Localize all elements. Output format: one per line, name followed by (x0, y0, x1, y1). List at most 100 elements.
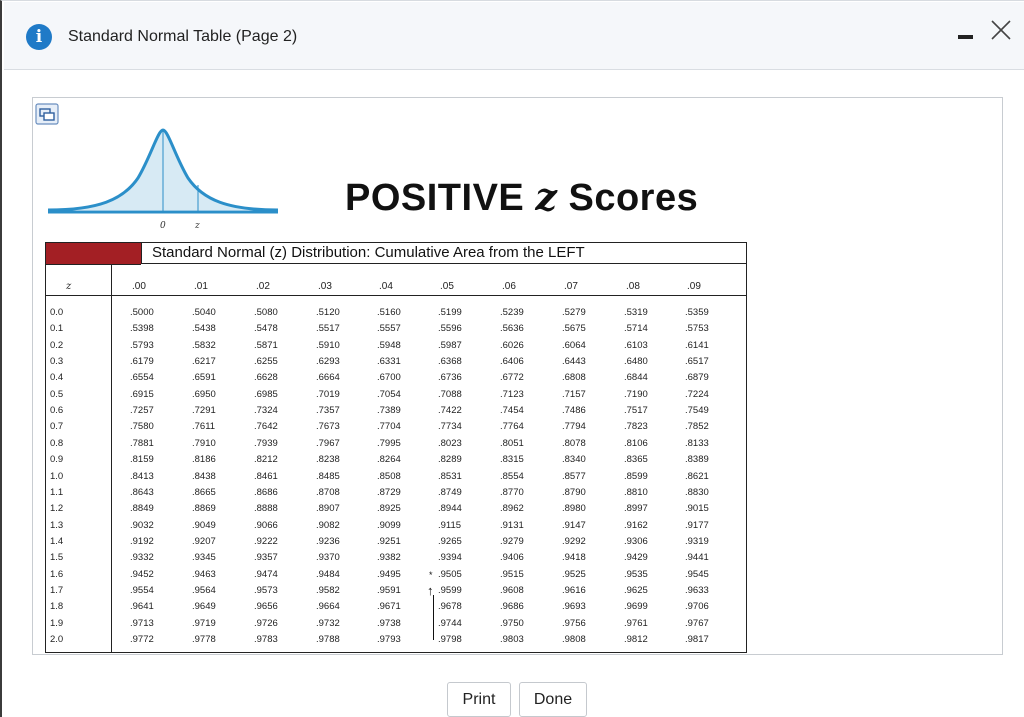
table-cell: .5832 (192, 339, 216, 351)
table-cell: .9812 (624, 634, 648, 645)
midpoint-arrow-line (433, 594, 434, 640)
z-row-label: 1.0 (50, 470, 64, 482)
table-cell: .9633 (685, 584, 709, 596)
table-cell: .8389 (685, 454, 709, 466)
table-cell: .9495 (377, 568, 401, 580)
column-header: .02 (256, 281, 270, 292)
table-cell: .7123 (500, 388, 524, 400)
midpoint-star-marker: * (429, 569, 433, 580)
table-cell: .7224 (685, 388, 709, 400)
table-cell: .6664 (316, 372, 340, 384)
table-cell: .9554 (130, 584, 154, 596)
print-button[interactable]: Print (447, 682, 511, 717)
table-cell: .5239 (500, 307, 524, 318)
table-cell: .9463 (192, 568, 216, 580)
table-cell: .9474 (254, 568, 278, 580)
column-header: .08 (626, 281, 640, 292)
table-cell: .8133 (685, 437, 709, 449)
table-cell: .9545 (685, 568, 709, 580)
table-cell: .8264 (377, 454, 401, 466)
table-cell: .8925 (377, 503, 401, 515)
table-cell: .5199 (438, 307, 462, 318)
table-cell: .8212 (254, 454, 278, 466)
table-cell: .8686 (254, 486, 278, 498)
z-row-label: 2.0 (50, 634, 64, 645)
table-cell: .5557 (377, 323, 401, 335)
table-cell: .7704 (377, 421, 401, 433)
table-cell: .8485 (316, 470, 340, 482)
table-cell: .8438 (192, 470, 216, 482)
table-cell: .7549 (685, 405, 709, 417)
z-row-label: 0.6 (50, 405, 64, 417)
z-row-label: 0.8 (50, 437, 64, 449)
table-cell: .6554 (130, 372, 154, 384)
done-button[interactable]: Done (519, 682, 587, 717)
table-cell: .9744 (438, 617, 462, 629)
table-cell: .9649 (192, 601, 216, 613)
table-cell: .7764 (500, 421, 524, 433)
column-header: .04 (379, 281, 393, 292)
table-cell: .6443 (562, 356, 586, 368)
table-cell: .8790 (562, 486, 586, 498)
table-cell: .9686 (500, 601, 524, 613)
dialog-titlebar: i Standard Normal Table (Page 2) (4, 2, 1024, 70)
table-cell: .7910 (192, 437, 216, 449)
table-cell: .6179 (130, 356, 154, 368)
z-row-label: 0.4 (50, 372, 64, 384)
table-cell: .5675 (562, 323, 586, 335)
table-cell: .8810 (624, 486, 648, 498)
table-cell: .5359 (685, 307, 709, 318)
table-cell: .7517 (624, 405, 648, 417)
table-cell: .9591 (377, 584, 401, 596)
column-header: .06 (502, 281, 516, 292)
table-cell: .8729 (377, 486, 401, 498)
column-header: .03 (318, 281, 332, 292)
table-cell: .5120 (316, 307, 340, 318)
table-cell: .9265 (438, 535, 462, 547)
z-row-label: 0.9 (50, 454, 64, 466)
table-cell: .6517 (685, 356, 709, 368)
table-cell: .9192 (130, 535, 154, 547)
table-cell: .9761 (624, 617, 648, 629)
close-icon[interactable] (988, 17, 1014, 43)
table-cell: .7852 (685, 421, 709, 433)
z-row-label: 0.5 (50, 388, 64, 400)
table-cell: .6141 (685, 339, 709, 351)
z-column-header: z (66, 281, 72, 292)
table-cell: .9756 (562, 617, 586, 629)
table-cell: .8770 (500, 486, 524, 498)
z-row-label: 1.9 (50, 617, 64, 629)
table-cell: .8980 (562, 503, 586, 515)
table-cell: .5910 (316, 339, 340, 351)
table-cell: .5319 (624, 307, 648, 318)
curve-label-z: z (194, 221, 200, 231)
column-header: .09 (687, 281, 701, 292)
table-cell: .5478 (254, 323, 278, 335)
table-cell: .7611 (192, 421, 216, 433)
table-cell: .9394 (438, 552, 462, 564)
column-header: .01 (194, 281, 208, 292)
z-row-label: 1.3 (50, 519, 64, 531)
table-image-panel: 0 z POSITIVE z Scores Standard Normal (z… (32, 97, 1003, 655)
table-cell: .6736 (438, 372, 462, 384)
column-header: .07 (564, 281, 578, 292)
table-cell: .6293 (316, 356, 340, 368)
table-cell: .9719 (192, 617, 216, 629)
table-cell: .8599 (624, 470, 648, 482)
table-cell: .9573 (254, 584, 278, 596)
table-cell: .7291 (192, 405, 216, 417)
table-cell: .9406 (500, 552, 524, 564)
heading-text-end: Scores (557, 177, 699, 219)
table-cell: .9279 (500, 535, 524, 547)
table-cell: .8051 (500, 437, 524, 449)
table-cell: .7389 (377, 405, 401, 417)
minimize-icon[interactable] (956, 24, 978, 46)
table-cell: .6026 (500, 339, 524, 351)
table-cell: .9817 (685, 634, 709, 645)
table-cell: .5753 (685, 323, 709, 335)
column-header: .05 (440, 281, 454, 292)
z-row-label: 1.7 (50, 584, 64, 596)
table-cell: .5636 (500, 323, 524, 335)
table-cell: .9418 (562, 552, 586, 564)
table-cell: .9441 (685, 552, 709, 564)
